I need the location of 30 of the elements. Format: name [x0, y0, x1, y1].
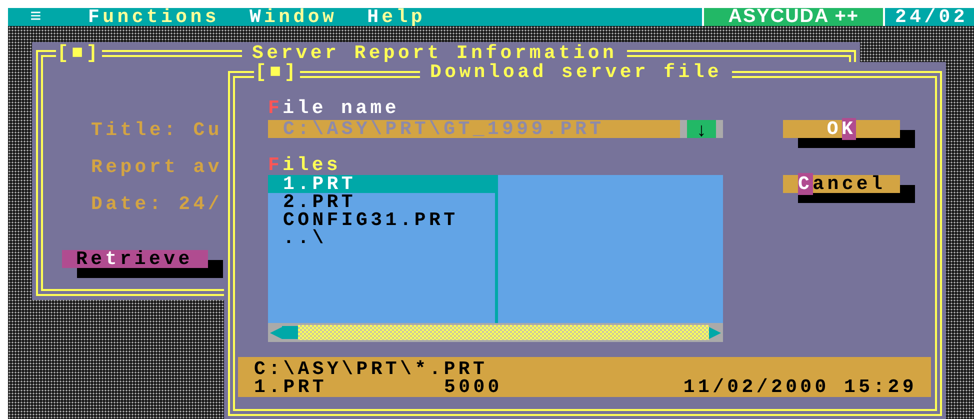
path-text: C:\ASY\PRT\*.PRT — [254, 360, 488, 378]
report-line: Date: 24/ — [91, 193, 222, 217]
window-title: Server Report Information — [242, 44, 628, 62]
menu-item[interactable]: F unctions — [88, 8, 220, 26]
report-line: Title: Cu — [91, 119, 222, 143]
file-name-field[interactable]: C:\ASY\PRT\GT_1999.PRT ↓ — [268, 120, 723, 138]
app-name: ASYCUDA ++ — [702, 8, 885, 26]
menu-icon[interactable]: ≡ — [30, 8, 60, 26]
file-item[interactable]: CONFIG31.PRT — [268, 211, 495, 229]
report-line: Report av — [91, 156, 222, 180]
file-item[interactable]: ..\ — [268, 229, 495, 247]
list-label: F iles — [268, 156, 342, 175]
horizontal-scrollbar[interactable] — [268, 323, 723, 342]
dialog-title: Download server file — [420, 63, 732, 81]
scroll-thumb[interactable] — [282, 326, 298, 339]
close-box[interactable]: [■] — [254, 63, 300, 81]
file-item[interactable]: 1.PRT — [268, 175, 495, 193]
dropdown-button[interactable]: ↓ — [680, 120, 723, 138]
right-arrow-icon[interactable] — [709, 326, 721, 338]
file-item[interactable]: 2.PRT — [268, 193, 495, 211]
menu-item[interactable]: H elp — [367, 8, 426, 26]
modified-text: 11/02/2000 15:29 — [683, 378, 917, 396]
date-text: 24/02 — [894, 8, 970, 26]
retrieve-button[interactable]: Re t rieve — [62, 250, 208, 268]
menu-item[interactable]: W indow — [249, 8, 338, 26]
left-arrow-icon[interactable] — [270, 326, 282, 338]
close-box[interactable]: [■] — [56, 44, 102, 62]
size-text: 5000 — [444, 378, 502, 396]
file-text: 1.PRT — [254, 378, 328, 396]
field-label: F ile name — [268, 99, 400, 120]
